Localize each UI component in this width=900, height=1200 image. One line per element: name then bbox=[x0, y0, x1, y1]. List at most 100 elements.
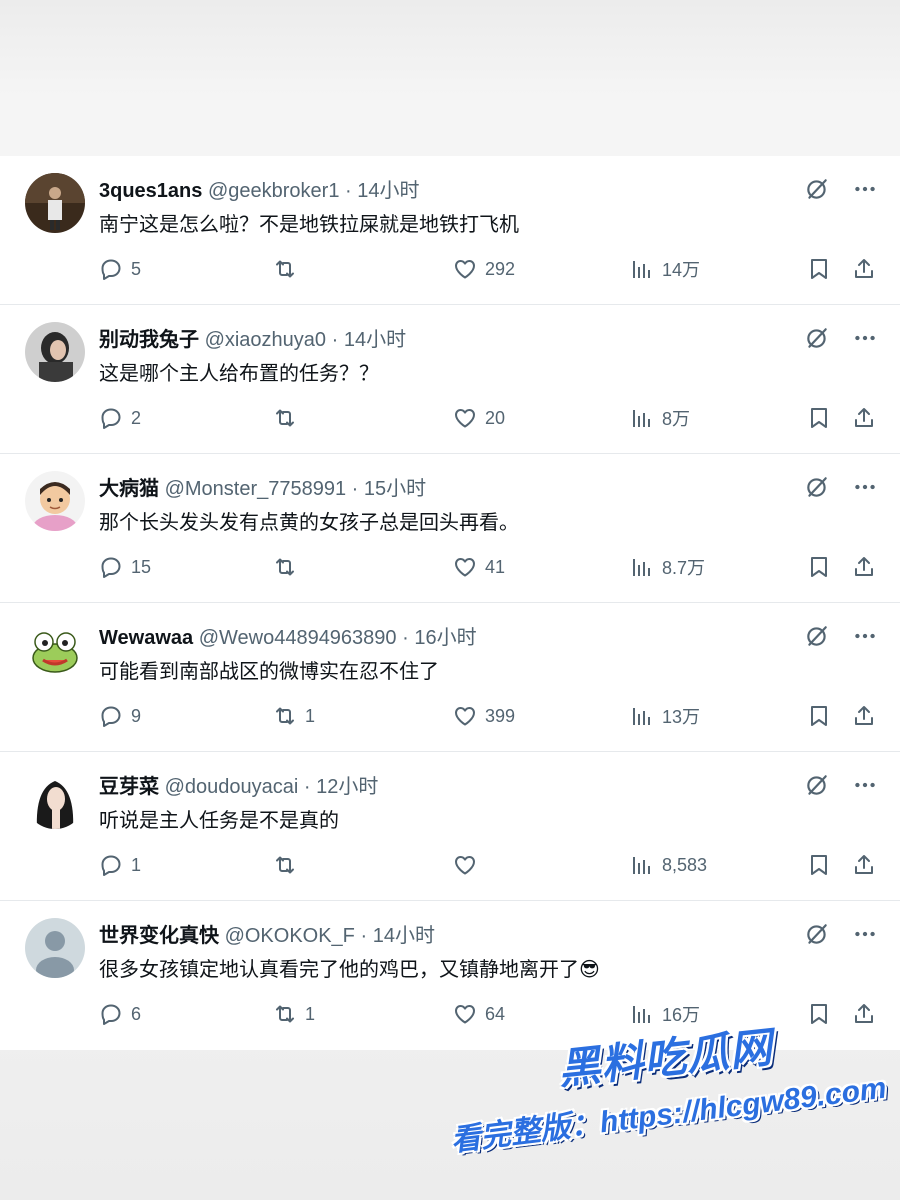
author-name[interactable]: 大病猫 bbox=[99, 478, 159, 500]
timestamp[interactable]: 14小时 bbox=[344, 329, 406, 351]
reply-button[interactable]: 6 bbox=[99, 999, 141, 1029]
share-icon bbox=[855, 408, 873, 427]
reply-icon bbox=[101, 408, 121, 429]
author-name[interactable]: 世界变化真快 bbox=[99, 925, 219, 947]
tweet[interactable]: 大病猫 @Monster_7758991 · 15小时 那个长头发头发有点黄的女… bbox=[0, 454, 900, 603]
tweet[interactable]: 3ques1ans @geekbroker1 · 14小时 南宁这是怎么啦？不是… bbox=[0, 156, 900, 305]
reply-button[interactable]: 9 bbox=[99, 701, 141, 731]
retweet-button[interactable] bbox=[273, 254, 305, 284]
timestamp[interactable]: 14小时 bbox=[357, 180, 419, 202]
like-button[interactable]: 20 bbox=[453, 403, 505, 433]
more-options-icon[interactable] bbox=[852, 474, 878, 500]
avatar[interactable] bbox=[25, 173, 85, 233]
author-handle[interactable]: @Wewo44894963890 bbox=[199, 627, 397, 649]
reply-button[interactable]: 1 bbox=[99, 850, 141, 880]
timestamp[interactable]: 15小时 bbox=[364, 478, 426, 500]
more-options-icon[interactable] bbox=[852, 772, 878, 798]
bookmark-button[interactable] bbox=[807, 552, 831, 582]
like-button[interactable]: 399 bbox=[453, 701, 515, 731]
retweet-icon bbox=[276, 1005, 294, 1023]
avatar[interactable] bbox=[25, 471, 85, 531]
author-handle[interactable]: @doudouyacai bbox=[165, 776, 299, 798]
grok-icon[interactable] bbox=[804, 176, 830, 202]
retweet-button[interactable] bbox=[273, 552, 305, 582]
author-name[interactable]: 别动我兔子 bbox=[99, 329, 199, 351]
timestamp[interactable]: 16小时 bbox=[414, 627, 476, 649]
share-icon bbox=[855, 259, 873, 278]
views-icon bbox=[633, 1006, 650, 1023]
retweet-button[interactable]: 1 bbox=[273, 701, 315, 731]
retweet-button[interactable] bbox=[273, 403, 305, 433]
bookmark-button[interactable] bbox=[807, 999, 831, 1029]
author-name[interactable]: Wewawaa bbox=[99, 627, 193, 649]
tweet-text: 这是哪个主人给布置的任务？？ bbox=[99, 363, 379, 385]
bookmark-button[interactable] bbox=[807, 403, 831, 433]
like-count: 20 bbox=[485, 407, 506, 428]
views-button[interactable]: 8,583 bbox=[630, 850, 707, 880]
views-count: 14万 bbox=[662, 260, 701, 280]
heart-icon bbox=[455, 856, 475, 875]
views-button[interactable]: 8.7万 bbox=[630, 552, 705, 582]
author-handle[interactable]: @geekbroker1 bbox=[208, 180, 339, 202]
reply-icon bbox=[101, 1004, 121, 1025]
like-button[interactable] bbox=[453, 850, 485, 880]
author-name[interactable]: 豆芽菜 bbox=[99, 776, 159, 798]
avatar[interactable] bbox=[25, 322, 85, 382]
more-options-icon[interactable] bbox=[852, 176, 878, 202]
reply-icon bbox=[101, 259, 121, 280]
more-options-icon[interactable] bbox=[852, 325, 878, 351]
views-button[interactable]: 14万 bbox=[630, 254, 700, 284]
timestamp[interactable]: 14小时 bbox=[373, 925, 435, 947]
avatar[interactable] bbox=[25, 918, 85, 978]
share-button[interactable] bbox=[852, 254, 876, 284]
bookmark-button[interactable] bbox=[807, 254, 831, 284]
bookmark-button[interactable] bbox=[807, 701, 831, 731]
action-bar: 5 292 14万 bbox=[97, 254, 880, 284]
avatar[interactable] bbox=[25, 769, 85, 829]
views-icon bbox=[633, 261, 650, 278]
author-handle[interactable]: @Monster_7758991 bbox=[165, 478, 347, 500]
share-button[interactable] bbox=[852, 403, 876, 433]
tweet[interactable]: 豆芽菜 @doudouyacai · 12小时 听说是主人任务是不是真的 1 8… bbox=[0, 752, 900, 901]
share-button[interactable] bbox=[852, 701, 876, 731]
grok-icon[interactable] bbox=[804, 474, 830, 500]
separator-dot: · bbox=[345, 180, 352, 202]
retweet-button[interactable] bbox=[273, 850, 305, 880]
tweet[interactable]: 别动我兔子 @xiaozhuya0 · 14小时 这是哪个主人给布置的任务？？ … bbox=[0, 305, 900, 454]
like-button[interactable]: 41 bbox=[453, 552, 505, 582]
views-count: 8万 bbox=[662, 409, 691, 429]
views-button[interactable]: 8万 bbox=[630, 403, 690, 433]
heart-icon bbox=[455, 409, 475, 428]
more-options-icon[interactable] bbox=[852, 921, 878, 947]
author-handle[interactable]: @xiaozhuya0 bbox=[205, 329, 326, 351]
author-name[interactable]: 3ques1ans bbox=[99, 180, 202, 202]
author-handle[interactable]: @OKOKOK_F bbox=[225, 925, 355, 947]
grok-icon[interactable] bbox=[804, 623, 830, 649]
like-button[interactable]: 64 bbox=[453, 999, 505, 1029]
share-button[interactable] bbox=[852, 552, 876, 582]
reply-button[interactable]: 2 bbox=[99, 403, 141, 433]
reply-button[interactable]: 15 bbox=[99, 552, 151, 582]
more-options-icon[interactable] bbox=[852, 623, 878, 649]
retweet-icon bbox=[276, 409, 294, 427]
like-button[interactable]: 292 bbox=[453, 254, 515, 284]
share-button[interactable] bbox=[852, 999, 876, 1029]
grok-icon[interactable] bbox=[804, 325, 830, 351]
timestamp[interactable]: 12小时 bbox=[316, 776, 378, 798]
retweet-button[interactable]: 1 bbox=[273, 999, 315, 1029]
views-button[interactable]: 13万 bbox=[630, 701, 700, 731]
tweet-text: 听说是主人任务是不是真的 bbox=[99, 810, 339, 832]
share-button[interactable] bbox=[852, 850, 876, 880]
grok-icon[interactable] bbox=[804, 772, 830, 798]
heart-icon bbox=[455, 260, 475, 279]
tweet[interactable]: Wewawaa @Wewo44894963890 · 16小时 可能看到南部战区… bbox=[0, 603, 900, 752]
retweet-icon bbox=[276, 707, 294, 725]
bookmark-icon bbox=[811, 855, 827, 875]
tweet-text: 可能看到南部战区的微博实在忍不住了 bbox=[99, 661, 439, 683]
grok-icon[interactable] bbox=[804, 921, 830, 947]
like-count: 292 bbox=[485, 258, 516, 279]
reply-button[interactable]: 5 bbox=[99, 254, 141, 284]
avatar[interactable] bbox=[25, 620, 85, 680]
like-count: 64 bbox=[485, 1003, 506, 1024]
bookmark-button[interactable] bbox=[807, 850, 831, 880]
